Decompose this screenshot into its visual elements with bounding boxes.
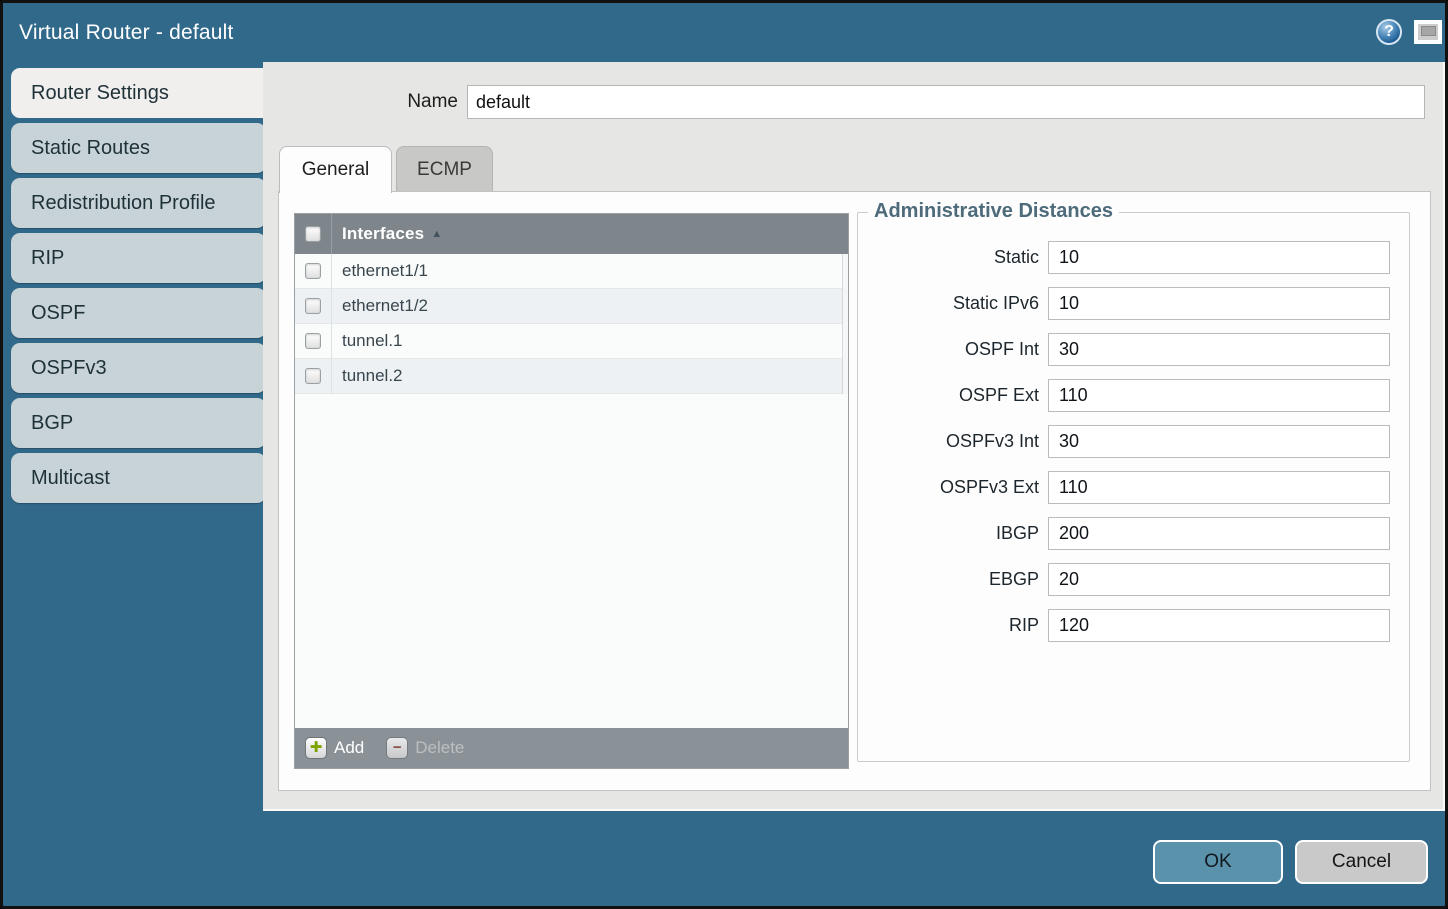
field-row: Static IPv6 (858, 287, 1409, 320)
rip-label: RIP (858, 615, 1048, 636)
ospfv3-int-label: OSPFv3 Int (858, 431, 1048, 452)
static-label: Static (858, 247, 1048, 268)
ospfv3-ext-input[interactable] (1048, 471, 1390, 504)
restore-window-icon[interactable] (1414, 20, 1442, 44)
rip-input[interactable] (1048, 609, 1390, 642)
row-divider (331, 289, 332, 324)
interfaces-table: Interfaces ▲ ethernet1/1 ethernet1/2 (294, 213, 849, 769)
ospf-ext-label: OSPF Ext (858, 385, 1048, 406)
table-row[interactable]: ethernet1/2 (295, 289, 848, 324)
static-ipv6-label: Static IPv6 (858, 293, 1048, 314)
name-input[interactable] (467, 85, 1425, 119)
ibgp-label: IBGP (858, 523, 1048, 544)
ospfv3-int-input[interactable] (1048, 425, 1390, 458)
row-checkbox[interactable] (305, 298, 321, 314)
interfaces-rows: ethernet1/1 ethernet1/2 tunnel.1 (295, 254, 848, 728)
row-checkbox[interactable] (305, 333, 321, 349)
field-row: Static (858, 241, 1409, 274)
interface-name: tunnel.1 (342, 331, 403, 351)
interfaces-table-footer: ✚ Add − Delete (295, 728, 848, 768)
help-icon[interactable]: ? (1376, 19, 1402, 45)
tab-general[interactable]: General (279, 146, 392, 193)
row-divider (331, 324, 332, 359)
row-checkbox[interactable] (305, 368, 321, 384)
sort-ascending-icon[interactable]: ▲ (431, 228, 442, 240)
sidebar-item-ospfv3[interactable]: OSPFv3 (11, 343, 266, 393)
table-row[interactable]: tunnel.1 (295, 324, 848, 359)
row-divider (331, 254, 332, 289)
row-checkbox[interactable] (305, 263, 321, 279)
select-all-checkbox[interactable] (305, 226, 321, 242)
table-scrollbar[interactable] (842, 254, 848, 394)
field-row: RIP (858, 609, 1409, 642)
ebgp-input[interactable] (1048, 563, 1390, 596)
add-button-label: Add (334, 738, 364, 758)
static-input[interactable] (1048, 241, 1390, 274)
sidebar-item-static-routes[interactable]: Static Routes (11, 123, 266, 173)
dialog-title: Virtual Router - default (19, 3, 234, 62)
sidebar-item-redistribution-profile[interactable]: Redistribution Profile (11, 178, 266, 228)
sidebar-item-multicast[interactable]: Multicast (11, 453, 266, 503)
field-row: OSPFv3 Ext (858, 471, 1409, 504)
field-row: OSPFv3 Int (858, 425, 1409, 458)
cancel-button[interactable]: Cancel (1295, 840, 1428, 884)
field-row: OSPF Int (858, 333, 1409, 366)
sidebar-item-ospf[interactable]: OSPF (11, 288, 266, 338)
sidebar: Router Settings Static Routes Redistribu… (11, 68, 266, 508)
static-ipv6-input[interactable] (1048, 287, 1390, 320)
administrative-distances-fieldset: Administrative Distances Static Static I… (857, 212, 1410, 762)
interface-name: ethernet1/1 (342, 261, 428, 281)
sidebar-item-bgp[interactable]: BGP (11, 398, 266, 448)
ospf-int-label: OSPF Int (858, 339, 1048, 360)
field-row: OSPF Ext (858, 379, 1409, 412)
header-divider (331, 214, 332, 254)
delete-button-label: Delete (415, 738, 464, 758)
general-tab-panel: Interfaces ▲ ethernet1/1 ethernet1/2 (278, 191, 1431, 791)
administrative-distances-legend: Administrative Distances (868, 200, 1119, 223)
field-row: IBGP (858, 517, 1409, 550)
content-area: Name General ECMP Interfaces ▲ ethernet1… (263, 62, 1445, 811)
row-divider (331, 359, 332, 394)
interfaces-column-header[interactable]: Interfaces (342, 224, 424, 244)
delete-minus-icon: − (386, 737, 408, 759)
table-row[interactable]: tunnel.2 (295, 359, 848, 394)
delete-button[interactable]: − Delete (386, 737, 464, 759)
add-button[interactable]: ✚ Add (305, 737, 364, 759)
titlebar: Virtual Router - default ? (3, 3, 1445, 62)
ibgp-input[interactable] (1048, 517, 1390, 550)
sidebar-item-rip[interactable]: RIP (11, 233, 266, 283)
ospf-ext-input[interactable] (1048, 379, 1390, 412)
interfaces-table-header: Interfaces ▲ (295, 214, 848, 254)
ospfv3-ext-label: OSPFv3 Ext (858, 477, 1048, 498)
ok-button[interactable]: OK (1153, 840, 1283, 884)
interface-name: ethernet1/2 (342, 296, 428, 316)
interface-name: tunnel.2 (342, 366, 403, 386)
ebgp-label: EBGP (858, 569, 1048, 590)
virtual-router-dialog: Virtual Router - default ? Router Settin… (0, 0, 1448, 909)
tab-ecmp[interactable]: ECMP (396, 146, 493, 192)
name-label: Name (263, 91, 458, 113)
sidebar-item-router-settings[interactable]: Router Settings (11, 68, 266, 118)
table-row[interactable]: ethernet1/1 (295, 254, 848, 289)
add-plus-icon: ✚ (305, 737, 327, 759)
ospf-int-input[interactable] (1048, 333, 1390, 366)
field-row: EBGP (858, 563, 1409, 596)
